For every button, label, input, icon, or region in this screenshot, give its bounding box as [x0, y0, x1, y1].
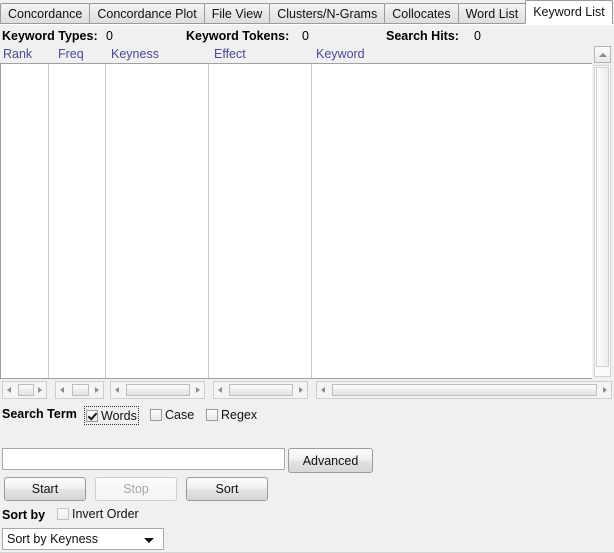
- scroll-right-button[interactable]: [89, 383, 102, 397]
- sort-by-selected-value: Sort by Keyness: [7, 532, 98, 546]
- tab-label: Collocates: [392, 7, 450, 21]
- search-hits-value: 0: [474, 29, 481, 43]
- checkbox-case[interactable]: Case: [150, 406, 194, 423]
- tab-label: Concordance: [8, 7, 82, 21]
- checkbox-words-label: Words: [101, 409, 137, 423]
- sort-by-dropdown[interactable]: Sort by Keyness: [2, 528, 164, 550]
- triangle-right-icon: [603, 387, 607, 393]
- sort-button[interactable]: Sort: [186, 477, 268, 501]
- start-button[interactable]: Start: [4, 477, 86, 501]
- scroll-left-button[interactable]: [318, 383, 331, 397]
- checkbox-words[interactable]: Words: [84, 406, 139, 425]
- column-header-freq[interactable]: Freq: [58, 47, 84, 61]
- triangle-right-icon: [95, 387, 99, 393]
- stats-bar: Keyword Types: 0 Keyword Tokens: 0 Searc…: [0, 26, 614, 46]
- stop-button[interactable]: Stop: [95, 477, 177, 501]
- search-term-options-row: Search Term Words Case Regex: [0, 405, 614, 425]
- tab-keyword-list[interactable]: Keyword List: [525, 0, 613, 24]
- horizontal-scroll-thumb[interactable]: [126, 384, 190, 396]
- tab-concordance-plot[interactable]: Concordance Plot: [89, 3, 204, 24]
- triangle-right-icon: [38, 387, 42, 393]
- triangle-left-icon: [7, 387, 11, 393]
- search-input-row: Advanced: [0, 448, 614, 474]
- triangle-left-icon: [60, 387, 64, 393]
- search-input[interactable]: [2, 448, 285, 470]
- keyword-results-table[interactable]: [0, 63, 592, 379]
- scroll-right-button[interactable]: [293, 383, 306, 397]
- column-divider[interactable]: [208, 64, 209, 378]
- tab-label: Keyword List: [533, 5, 605, 19]
- search-term-label: Search Term: [2, 407, 77, 421]
- keyword-types-value: 0: [106, 29, 113, 43]
- triangle-left-icon: [321, 387, 325, 393]
- vertical-scrollbar[interactable]: [592, 46, 614, 379]
- advanced-button[interactable]: Advanced: [288, 448, 373, 473]
- tab-clusters-ngrams[interactable]: Clusters/N-Grams: [269, 3, 385, 24]
- tab-label: Concordance Plot: [97, 7, 196, 21]
- horizontal-scrollbar-freq[interactable]: [55, 381, 104, 399]
- triangle-left-icon: [115, 387, 119, 393]
- sort-by-row: Sort by Invert Order: [0, 506, 614, 526]
- triangle-left-icon: [218, 387, 222, 393]
- horizontal-scrollbar-rank[interactable]: [2, 381, 47, 399]
- keyword-tokens-value: 0: [302, 29, 309, 43]
- tab-label: File View: [212, 7, 262, 21]
- keyword-types-label: Keyword Types:: [2, 29, 98, 43]
- scroll-up-button[interactable]: [594, 46, 611, 63]
- checkbox-box: [206, 409, 218, 421]
- checkbox-box: [57, 508, 69, 520]
- sort-by-label: Sort by: [2, 508, 45, 522]
- column-header-keyword[interactable]: Keyword: [316, 47, 365, 61]
- main-tab-bar: Concordance Concordance Plot File View C…: [0, 0, 614, 24]
- search-hits-label: Search Hits:: [386, 29, 459, 43]
- scroll-right-button[interactable]: [32, 383, 45, 397]
- column-header-rank[interactable]: Rank: [3, 47, 32, 61]
- chevron-down-icon: [144, 538, 154, 543]
- tab-label: Clusters/N-Grams: [277, 7, 377, 21]
- triangle-right-icon: [196, 387, 200, 393]
- keyword-tokens-label: Keyword Tokens:: [186, 29, 289, 43]
- vertical-scroll-thumb[interactable]: [596, 67, 609, 367]
- horizontal-scrollbar-effect[interactable]: [213, 381, 308, 399]
- column-header-keyness[interactable]: Keyness: [111, 47, 159, 61]
- column-divider[interactable]: [311, 64, 312, 378]
- horizontal-scrollbar-keyness[interactable]: [110, 381, 205, 399]
- checkbox-invert-order[interactable]: Invert Order: [57, 507, 139, 521]
- scroll-right-button[interactable]: [190, 383, 203, 397]
- table-column-headers: Rank Freq Keyness Effect Keyword: [0, 46, 592, 63]
- column-divider[interactable]: [105, 64, 106, 378]
- column-divider[interactable]: [48, 64, 49, 378]
- sort-select-row: Sort by Keyness: [0, 528, 614, 552]
- checkbox-invert-order-label: Invert Order: [72, 507, 139, 521]
- tab-concordance[interactable]: Concordance: [0, 3, 90, 24]
- horizontal-scroll-thumb[interactable]: [72, 384, 89, 396]
- tab-word-list[interactable]: Word List: [458, 3, 527, 24]
- horizontal-scroll-thumb[interactable]: [332, 384, 597, 396]
- check-icon: [86, 410, 98, 422]
- scroll-left-button[interactable]: [215, 383, 228, 397]
- checkbox-regex-label: Regex: [221, 408, 257, 422]
- keyword-list-panel: Keyword Types: 0 Keyword Tokens: 0 Searc…: [0, 24, 614, 530]
- keyword-results-area: Rank Freq Keyness Effect Keyword: [0, 46, 614, 379]
- scroll-right-button[interactable]: [597, 383, 610, 397]
- column-header-effect[interactable]: Effect: [214, 47, 246, 61]
- action-button-row: Start Stop Sort: [0, 477, 614, 505]
- horizontal-scroll-thumb[interactable]: [229, 384, 293, 396]
- tab-collocates[interactable]: Collocates: [384, 3, 458, 24]
- vertical-scroll-track[interactable]: [594, 65, 611, 377]
- horizontal-scrollbar-row: [0, 381, 614, 401]
- checkbox-regex[interactable]: Regex: [206, 406, 257, 423]
- triangle-right-icon: [299, 387, 303, 393]
- checkbox-case-label: Case: [165, 408, 194, 422]
- horizontal-scrollbar-keyword[interactable]: [316, 381, 612, 399]
- scroll-left-button[interactable]: [4, 383, 17, 397]
- scroll-left-button[interactable]: [112, 383, 125, 397]
- tab-file-view[interactable]: File View: [204, 3, 270, 24]
- checkbox-box: [150, 409, 162, 421]
- tab-label: Word List: [466, 7, 519, 21]
- scroll-left-button[interactable]: [57, 383, 70, 397]
- triangle-up-icon: [599, 53, 607, 57]
